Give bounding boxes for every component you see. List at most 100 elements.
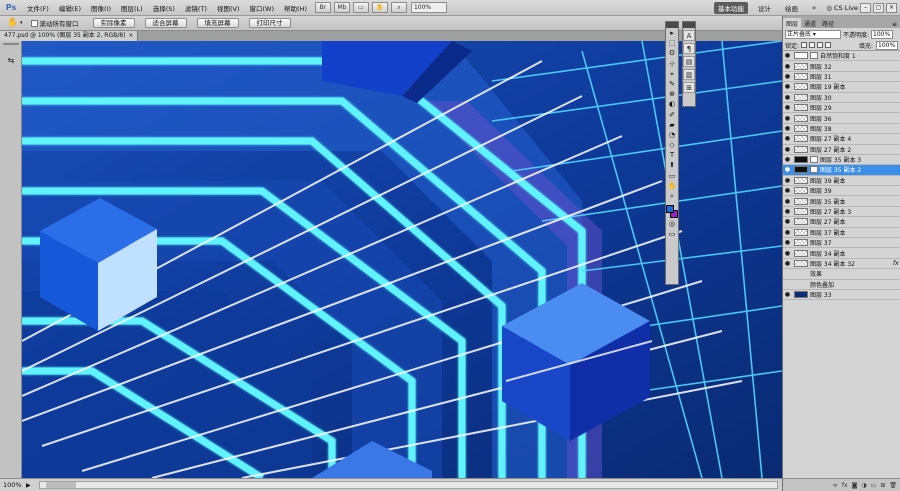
zoom-level-select[interactable]: 100% — [410, 2, 447, 13]
layer-row[interactable]: ● 图层 27 副本 — [783, 217, 900, 228]
maximize-button[interactable]: ▢ — [873, 2, 884, 13]
panel-menu-icon[interactable]: ≡ — [889, 21, 900, 28]
visibility-eye-icon[interactable]: ● — [783, 52, 792, 59]
layer-row[interactable]: ● 图层 35 副本 — [783, 196, 900, 207]
visibility-eye-icon[interactable]: ● — [783, 115, 792, 122]
layer-row[interactable]: ● 图层 39 副本 — [783, 175, 900, 187]
pen-tool-icon[interactable]: ◇ — [666, 140, 678, 150]
gradient-tool-icon[interactable]: ◔ — [666, 130, 678, 140]
menu-item-1[interactable]: 编辑(E) — [54, 3, 86, 13]
actions-panel-icon[interactable]: ▥ — [683, 69, 695, 80]
layer-row[interactable]: ● 图层 33 — [783, 289, 900, 301]
layer-mask-thumbnail[interactable] — [810, 52, 818, 60]
visibility-eye-icon[interactable]: ● — [783, 156, 792, 163]
layer-row[interactable]: ● 图层 27 副本 4 — [783, 134, 900, 145]
workspace-basic-button[interactable]: 基本功能 — [714, 1, 749, 14]
shape-tool-icon[interactable]: ▭ — [666, 171, 678, 181]
layer-mask-thumbnail[interactable] — [810, 156, 818, 164]
visibility-eye-icon[interactable]: ● — [783, 187, 792, 194]
menu-item-4[interactable]: 选择(S) — [148, 3, 180, 13]
scrollbar-thumb[interactable] — [45, 482, 76, 488]
lock-position-icon[interactable] — [817, 42, 824, 48]
visibility-eye-icon[interactable]: ● — [783, 146, 792, 153]
menu-item-5[interactable]: 滤镜(T) — [180, 3, 212, 13]
zoom-quick-button[interactable]: ⌕ — [390, 2, 407, 13]
visibility-eye-icon[interactable]: ● — [783, 104, 792, 111]
layer-row[interactable]: ● 图层 39 — [783, 186, 900, 197]
visibility-eye-icon[interactable]: ● — [783, 250, 792, 257]
side-dock-header[interactable] — [683, 22, 695, 28]
quick-mask-icon[interactable]: ◎ — [666, 219, 678, 229]
hand-tool-icon[interactable]: ✋ — [666, 181, 678, 191]
foreground-color-swatch[interactable] — [666, 205, 674, 214]
add-style-icon[interactable]: fx — [842, 482, 848, 489]
layer-row[interactable]: ● 图层 35 副本 2 — [783, 165, 900, 176]
visibility-eye-icon[interactable]: ● — [783, 291, 792, 298]
adjustment-layer-icon[interactable]: ◑ — [861, 482, 866, 489]
crop-tool-icon[interactable]: ⌖ — [666, 69, 678, 79]
history-panel-icon[interactable]: ▤ — [683, 56, 695, 67]
layer-effect-row[interactable]: 效果 — [783, 269, 900, 280]
layer-row[interactable]: ● 图层 37 — [783, 238, 900, 249]
type-tool-icon[interactable]: T — [666, 150, 678, 160]
visibility-eye-icon[interactable]: ● — [783, 218, 792, 225]
layer-row[interactable]: ● 图层 32 — [783, 61, 900, 72]
visibility-eye-icon[interactable]: ● — [783, 73, 792, 80]
new-layer-icon[interactable]: ⊞ — [880, 482, 885, 489]
layer-row[interactable]: ● 自然饱和度 1 — [783, 51, 900, 62]
cs-live-button[interactable]: ◎ CS Live — [826, 4, 858, 12]
visibility-eye-icon[interactable]: ● — [783, 229, 792, 236]
layer-fx-icon[interactable]: fx — [893, 260, 900, 267]
blend-mode-select[interactable]: 正片叠底 ▾ — [785, 29, 841, 39]
layer-row[interactable]: ● 图层 27 副本 2 — [783, 144, 900, 155]
actual-pixels-button[interactable]: 实际像素 — [92, 18, 135, 28]
paragraph-panel-icon[interactable]: ¶ — [683, 43, 695, 54]
menu-item-2[interactable]: 图像(I) — [86, 3, 116, 13]
visibility-eye-icon[interactable]: ● — [783, 83, 792, 90]
close-window-button[interactable]: × — [886, 2, 897, 13]
path-select-tool-icon[interactable]: ⬆ — [666, 160, 678, 170]
lock-transparent-icon[interactable] — [801, 42, 808, 48]
lock-pixels-icon[interactable] — [809, 42, 816, 48]
add-mask-icon[interactable]: ◙ — [852, 482, 858, 489]
menu-item-0[interactable]: 文件(F) — [22, 3, 54, 13]
visibility-eye-icon[interactable]: ● — [783, 94, 792, 101]
lasso-tool-icon[interactable]: ʘ — [666, 48, 678, 58]
panel-grip[interactable] — [3, 43, 19, 45]
hand-tool-preset-icon[interactable]: ✋ — [6, 17, 20, 29]
preset-dropdown-arrow[interactable]: ▾ — [20, 20, 23, 26]
layer-row[interactable]: ● 图层 37 副本 — [783, 227, 900, 239]
layer-row[interactable]: ● 图层 38 — [783, 123, 900, 135]
tab-channels[interactable]: 通道 — [801, 18, 819, 28]
bridge-button[interactable]: Br — [314, 2, 331, 13]
visibility-eye-icon[interactable]: ● — [783, 125, 792, 132]
lock-all-icon[interactable] — [825, 42, 832, 48]
trash-icon[interactable]: 🗑 — [889, 482, 897, 489]
visibility-eye-icon[interactable]: ● — [783, 166, 792, 173]
layer-row[interactable]: ● 图层 35 副本 3 — [783, 154, 900, 166]
quick-select-tool-icon[interactable]: ⊹ — [666, 59, 678, 69]
status-info-arrow[interactable]: ▶ — [26, 482, 31, 489]
fill-screen-button[interactable]: 填充屏幕 — [196, 18, 239, 28]
document-tab[interactable]: 477.psd @ 100% (图层 35 副本 2, RGB/8) × — [0, 31, 139, 41]
opacity-input[interactable]: 100% — [871, 29, 894, 39]
workspace-design-button[interactable]: 设计 — [754, 2, 775, 14]
screen-mode-icon[interactable]: ▭ — [666, 229, 678, 239]
visibility-eye-icon[interactable]: ● — [783, 239, 792, 246]
menu-item-7[interactable]: 窗口(W) — [244, 3, 279, 13]
move-tool-icon[interactable]: ▸ — [666, 28, 678, 38]
layer-mask-thumbnail[interactable] — [810, 166, 818, 174]
layer-row[interactable]: ● 图层 27 副本 3 — [783, 206, 900, 218]
collapsed-panel-icon[interactable]: ⇆ — [4, 55, 18, 67]
mini-bridge-button[interactable]: Mb — [333, 2, 350, 13]
print-size-button[interactable]: 打印尺寸 — [248, 18, 291, 28]
fill-input[interactable]: 100% — [876, 40, 898, 50]
fit-screen-button[interactable]: 适合屏幕 — [144, 18, 187, 28]
zoom-status[interactable]: 100% — [0, 481, 26, 489]
marquee-tool-icon[interactable]: ⬚ — [666, 38, 678, 48]
layer-row[interactable]: ● 图层 31 — [783, 71, 900, 83]
menu-item-6[interactable]: 视图(V) — [212, 3, 245, 13]
healing-tool-icon[interactable]: ⊕ — [666, 89, 678, 99]
group-icon[interactable]: ▭ — [871, 482, 877, 489]
layer-row[interactable]: ● 图层 34 副本 — [783, 248, 900, 259]
